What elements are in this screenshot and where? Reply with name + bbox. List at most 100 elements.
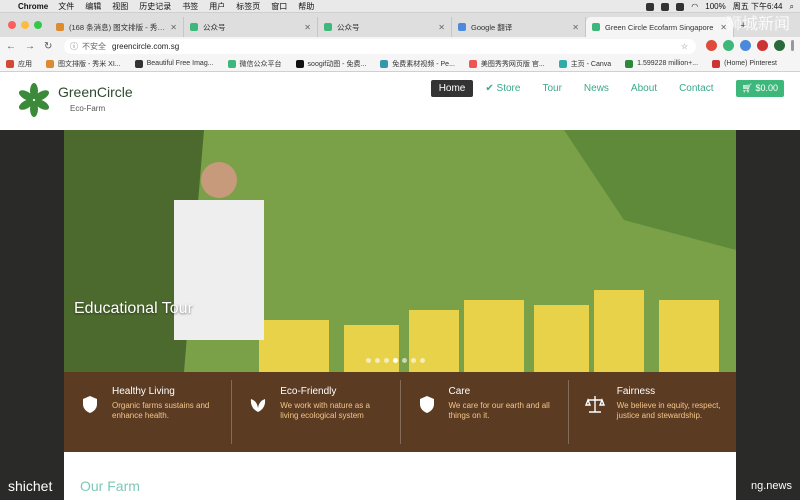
menu-bookmarks[interactable]: 书签 xyxy=(182,1,198,12)
hero-image xyxy=(64,130,736,372)
nav-about[interactable]: About xyxy=(631,83,657,94)
bookmark-item[interactable]: soogif动图 - 免费... xyxy=(295,59,367,69)
bookmark-item[interactable]: 主页 - Canva xyxy=(558,59,612,69)
bookmark-item[interactable]: 美图秀秀网页版 官... xyxy=(468,59,545,69)
bookmark-label: 图文排版 - 秀米 XI... xyxy=(58,60,121,68)
nav-store[interactable]: ✔ Store xyxy=(485,83,520,94)
bookmark-icon xyxy=(380,59,389,68)
site-header: GreenCircle Eco-Farm Home ✔ Store Tour N… xyxy=(0,72,800,130)
scales-icon xyxy=(584,396,605,413)
slider-dot[interactable] xyxy=(366,358,371,363)
watermark: shichet xyxy=(8,478,53,494)
status-icon[interactable] xyxy=(676,2,685,11)
close-icon[interactable]: ✕ xyxy=(170,23,177,32)
menu-view[interactable]: 视图 xyxy=(112,1,128,12)
bookmark-icon xyxy=(558,59,567,68)
menu-history[interactable]: 历史记录 xyxy=(139,1,171,12)
bookmark-label: soogif动图 - 免费... xyxy=(307,60,367,68)
bookmark-item[interactable]: 应用 xyxy=(6,59,32,69)
logo-icon[interactable] xyxy=(16,82,52,118)
wifi-icon[interactable]: ◠ xyxy=(691,2,698,11)
back-icon[interactable]: ← xyxy=(6,41,16,52)
browser-tab-active[interactable]: Green Circle Ecofarm Singapore ✕ xyxy=(586,17,734,37)
bookmark-star-icon[interactable]: ☆ xyxy=(681,42,688,51)
search-icon[interactable]: ⌕ xyxy=(790,2,794,12)
forward-icon[interactable]: → xyxy=(25,41,35,52)
tab-favicon xyxy=(458,23,466,31)
bookmark-label: Beautiful Free Imag... xyxy=(146,60,214,67)
app-menu[interactable]: Chrome xyxy=(18,2,48,11)
slider-dot[interactable] xyxy=(384,358,389,363)
status-icon[interactable] xyxy=(661,2,670,11)
minimize-window-button[interactable] xyxy=(21,21,29,29)
bookmark-item[interactable]: 1.599228 million+... xyxy=(625,59,699,68)
tab-title: Google 翻译 xyxy=(471,22,513,32)
mac-menubar: Chrome 文件 编辑 视图 历史记录 书签 用户 标签页 窗口 帮助 ◠ 1… xyxy=(0,0,800,13)
bookmark-item[interactable]: 微信公众平台 xyxy=(227,59,282,69)
bookmark-icon xyxy=(468,59,477,68)
menu-edit[interactable]: 编辑 xyxy=(85,1,101,12)
tab-title: (168 条消息) 图文排版 - 秀米 XIU xyxy=(69,22,166,32)
soil-border-left xyxy=(0,130,64,372)
bookmark-icon xyxy=(712,59,721,68)
cart-button[interactable]: 🛒︎ $0.00 xyxy=(735,80,784,97)
slider-dot[interactable] xyxy=(420,358,425,363)
nav-news[interactable]: News xyxy=(584,83,609,94)
bookmark-item[interactable]: 免费素材视频 - Pe... xyxy=(380,59,455,69)
slider-dot-active[interactable] xyxy=(393,358,398,363)
close-icon[interactable]: ✕ xyxy=(304,23,311,32)
menu-window[interactable]: 窗口 xyxy=(271,1,287,12)
content-section xyxy=(64,452,736,500)
feature-desc: Organic farms sustains and enhance healt… xyxy=(112,401,210,420)
bookmark-icon xyxy=(46,59,54,68)
menu-icon[interactable] xyxy=(791,40,794,51)
nav-tour[interactable]: Tour xyxy=(542,83,561,94)
browser-tab[interactable]: 公众号 ✕ xyxy=(184,17,318,37)
address-bar[interactable]: ⓘ 不安全 greencircle.com.sg ☆ xyxy=(64,39,696,54)
slider-dots xyxy=(366,358,425,363)
extension-icon[interactable] xyxy=(757,40,768,51)
avatar[interactable] xyxy=(774,40,785,51)
nav-store-label: Store xyxy=(496,83,521,94)
menu-file[interactable]: 文件 xyxy=(58,1,74,12)
browser-tab[interactable]: Google 翻译 ✕ xyxy=(452,17,586,37)
slider-dot[interactable] xyxy=(411,358,416,363)
url-text[interactable]: greencircle.com.sg xyxy=(112,42,179,51)
menu-tab[interactable]: 标签页 xyxy=(236,1,260,12)
bookmark-item[interactable]: 图文排版 - 秀米 XI... xyxy=(46,59,121,69)
browser-tab[interactable]: (168 条消息) 图文排版 - 秀米 XIU ✕ xyxy=(50,17,184,37)
close-window-button[interactable] xyxy=(8,21,16,29)
extension-icon[interactable] xyxy=(723,40,734,51)
extension-icon[interactable] xyxy=(706,40,717,51)
battery-label[interactable]: 100% xyxy=(705,2,725,11)
bookmark-label: 主页 - Canva xyxy=(570,60,612,68)
extension-icon[interactable] xyxy=(740,40,751,51)
menu-help[interactable]: 帮助 xyxy=(298,1,314,12)
shield-icon xyxy=(83,396,97,413)
status-icon[interactable] xyxy=(646,2,655,11)
cart-total: $0.00 xyxy=(755,83,778,93)
nav-home[interactable]: Home xyxy=(430,80,474,97)
bookmark-item[interactable]: (Home) Pinterest xyxy=(712,59,777,68)
extensions xyxy=(706,40,794,51)
bookmark-label: 应用 xyxy=(18,60,32,68)
slider-dot[interactable] xyxy=(402,358,407,363)
cart-icon: 🛒︎ xyxy=(741,83,756,93)
hero-slider[interactable]: Educational Tour xyxy=(0,130,800,372)
check-icon: ✔ xyxy=(485,83,497,94)
zoom-window-button[interactable] xyxy=(34,21,42,29)
close-icon[interactable]: ✕ xyxy=(438,23,445,32)
bookmarks-bar: 应用 图文排版 - 秀米 XI... Beautiful Free Imag..… xyxy=(0,56,800,72)
bookmark-item[interactable]: Beautiful Free Imag... xyxy=(134,59,214,68)
browser-tab[interactable]: 公众号 ✕ xyxy=(318,17,452,37)
nav-contact[interactable]: Contact xyxy=(679,83,713,94)
slider-dot[interactable] xyxy=(375,358,380,363)
reload-icon[interactable]: ↻ xyxy=(44,41,52,52)
hero-caption: Educational Tour xyxy=(74,300,193,317)
hero-photo-art xyxy=(64,130,736,372)
bookmark-label: 1.599228 million+... xyxy=(637,60,699,67)
close-icon[interactable]: ✕ xyxy=(572,23,579,32)
menu-people[interactable]: 用户 xyxy=(209,1,225,12)
brand-name[interactable]: GreenCircle xyxy=(58,84,133,100)
info-icon[interactable]: ⓘ xyxy=(70,41,78,52)
